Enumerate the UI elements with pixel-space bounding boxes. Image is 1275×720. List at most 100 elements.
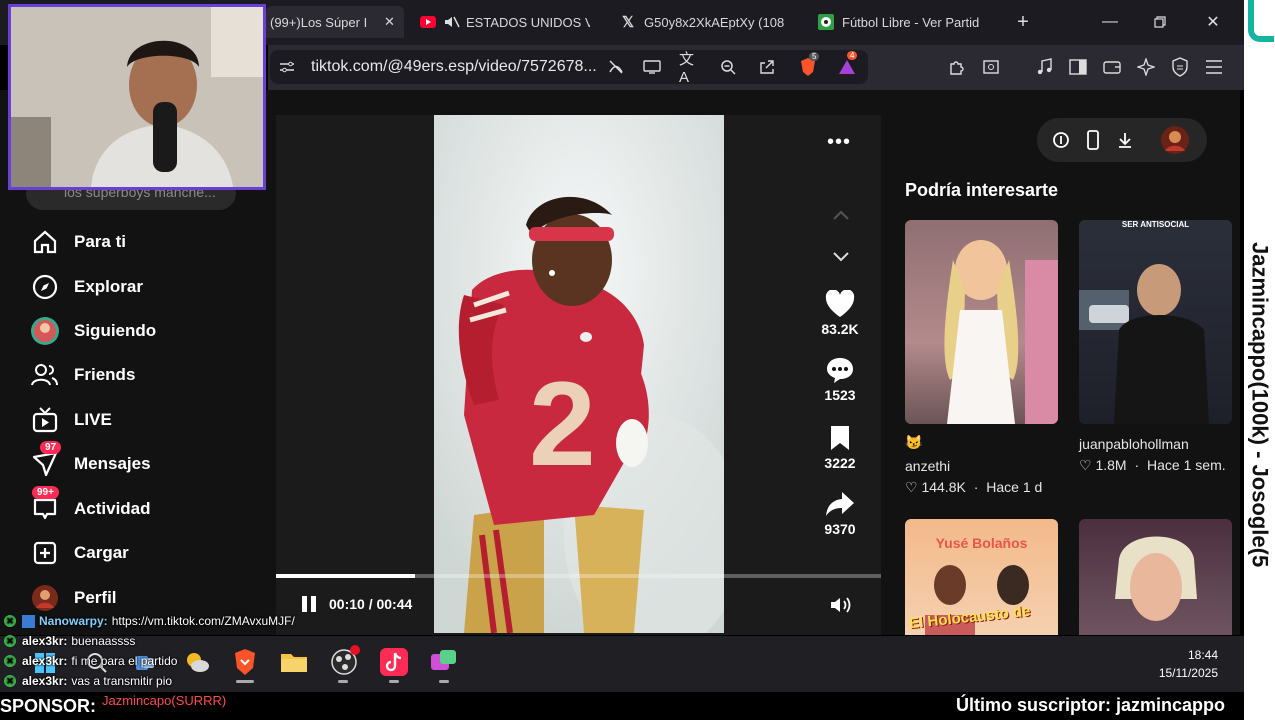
next-video-icon[interactable] [832, 250, 850, 268]
tab-x[interactable]: 𝕏 G50y8x2XkAEptXy (108 [620, 6, 790, 38]
sidebar-item-perfil[interactable]: Perfil [30, 583, 117, 613]
chat-message: ✕ Nanowarpy: https://vm.tiktok.com/ZMAvx… [4, 614, 295, 628]
recommended-video-3[interactable]: Yusé Bolaños El Holocausto de [905, 519, 1058, 635]
activity-icon: 99+ [30, 486, 60, 524]
brave-taskbar-icon[interactable] [232, 648, 258, 683]
minimize-icon[interactable]: — [1095, 8, 1125, 36]
volume-icon[interactable] [829, 595, 853, 620]
tiktok-app-icon[interactable] [380, 648, 408, 683]
tab-youtube[interactable]: ESTADOS UNIDOS V [420, 6, 590, 38]
new-tab-button[interactable]: + [1008, 8, 1038, 36]
menu-icon[interactable] [1203, 56, 1225, 78]
wallet-icon[interactable] [1101, 56, 1123, 78]
vpn-icon[interactable] [1169, 56, 1191, 78]
brave-shields-icon[interactable]: 5 [797, 52, 820, 78]
profile-icon [30, 583, 60, 613]
brave-rewards-icon[interactable]: 4 [836, 51, 858, 78]
chat-app-icon[interactable] [430, 648, 458, 683]
cast-icon[interactable] [641, 56, 663, 78]
like-count: 83.2K [821, 321, 859, 337]
progress-bar[interactable] [276, 574, 881, 578]
close-tab-icon[interactable]: ✕ [384, 14, 395, 30]
home-icon [30, 227, 60, 257]
url-text[interactable]: tiktok.com/@49ers.esp/video/7572678... [311, 58, 597, 76]
video-2-overlay-text: SER ANTISOCIAL [1121, 220, 1190, 229]
leo-ai-icon[interactable] [1135, 56, 1157, 78]
user-avatar[interactable] [1157, 122, 1193, 158]
share-action[interactable]: 9370 [810, 490, 870, 537]
sidebar-item-explorar[interactable]: Explorar [30, 272, 143, 302]
download-icon[interactable] [1107, 122, 1143, 158]
bookmark-action[interactable]: 3222 [810, 424, 870, 471]
extensions-icon[interactable] [946, 56, 968, 78]
url-bar[interactable]: tiktok.com/@49ers.esp/video/7572678... 文… [270, 50, 868, 86]
more-options-icon[interactable]: ••• [827, 131, 851, 154]
media-icon[interactable] [1034, 56, 1056, 78]
moderator-icon: ✕ [4, 655, 16, 667]
video-2-user[interactable]: juanpablohollman [1079, 436, 1189, 452]
file-explorer-icon[interactable] [280, 650, 308, 679]
upload-icon [30, 538, 60, 568]
svg-text:2: 2 [529, 357, 596, 491]
recommended-video-2[interactable]: SER ANTISOCIAL [1079, 220, 1232, 424]
weather-icon[interactable] [184, 650, 210, 679]
clock-time: 18:44 [1187, 648, 1218, 662]
friends-icon [30, 360, 60, 390]
zoom-icon[interactable] [717, 56, 739, 78]
recommended-video-1[interactable] [905, 220, 1058, 424]
translate-icon[interactable]: 文A [679, 51, 701, 86]
recommendations-title: Podría interesarte [905, 180, 1059, 200]
bookmark-count: 3222 [824, 455, 856, 471]
latest-subscriber: Último suscriptor: jazmincappo [956, 695, 1226, 715]
share-page-icon[interactable] [756, 56, 778, 78]
recommended-video-4[interactable] [1079, 519, 1232, 635]
system-clock[interactable]: 18:44 15/11/2025 [1150, 646, 1218, 682]
sidebar-item-live[interactable]: LIVE [30, 405, 112, 435]
previous-video-icon[interactable] [832, 208, 850, 226]
no-tracking-icon[interactable] [605, 56, 627, 78]
x-logo-icon: 𝕏 [621, 14, 635, 31]
sidebar-toggle-icon[interactable] [1067, 56, 1089, 78]
activity-badge: 99+ [32, 486, 59, 499]
close-window-icon[interactable]: ✕ [1198, 8, 1228, 36]
moderator-icon: ✕ [4, 615, 16, 627]
football-player-image: 2 [434, 115, 724, 633]
device-icon[interactable] [1075, 122, 1111, 158]
heart-icon[interactable] [810, 289, 870, 321]
bookmark-icon[interactable] [810, 424, 870, 455]
comment-icon[interactable] [810, 356, 870, 387]
tab-futbol-libre[interactable]: Fútbol Libre - Ver Partid [818, 6, 990, 38]
obs-icon[interactable] [330, 645, 360, 683]
video-1-user[interactable]: anzethi [905, 458, 950, 474]
sidebar-item-cargar[interactable]: Cargar [30, 538, 129, 568]
sidebar-item-actividad[interactable]: 99+ Actividad [30, 486, 151, 524]
comment-count: 1523 [824, 387, 856, 403]
verified-icon [22, 614, 35, 628]
live-icon [30, 405, 60, 435]
chat-message: ✕ alex3kr: buenaassss [4, 634, 135, 648]
comment-action[interactable]: 1523 [810, 356, 870, 403]
video-frame[interactable]: 2 [434, 115, 724, 633]
site-settings-icon[interactable] [276, 56, 298, 78]
sidebar-item-mensajes[interactable]: 97 Mensajes [30, 441, 151, 479]
sidebar-item-para-ti[interactable]: Para ti [30, 227, 126, 257]
like-action[interactable]: 83.2K [810, 289, 870, 337]
sidebar-item-friends[interactable]: Friends [30, 360, 135, 390]
windows-taskbar: 18:44 15/11/2025 [0, 636, 1244, 692]
messages-badge: 97 [40, 441, 62, 454]
youtube-icon [420, 14, 436, 30]
muted-icon[interactable] [444, 14, 460, 30]
screenshot-icon[interactable] [980, 56, 1002, 78]
restore-icon[interactable] [1145, 8, 1175, 36]
coin-icon[interactable] [1043, 122, 1079, 158]
share-icon[interactable] [810, 490, 870, 521]
chat-message: ✕ alex3kr: fi me para el partido [4, 654, 177, 668]
avatar-icon [30, 316, 60, 346]
pause-icon[interactable] [299, 594, 319, 619]
video-1-emoji: 😼 [905, 434, 923, 450]
stream-vertical-banner: Jazmincappo(100k) - Josogle(5 [1247, 242, 1273, 568]
sidebar-item-siguiendo[interactable]: Siguiendo [30, 316, 156, 346]
tab-tiktok[interactable]: (99+)Los Súper I ✕ [266, 6, 404, 38]
header-actions [1037, 118, 1207, 162]
video-time: 00:10 / 00:44 [329, 596, 413, 612]
